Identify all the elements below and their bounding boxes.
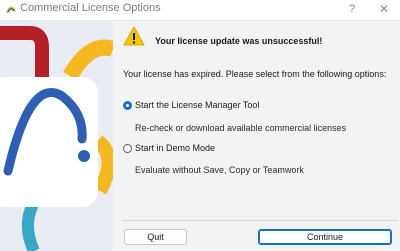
- footer-divider: [123, 220, 398, 221]
- intro-text: Your license has expired. Please select …: [123, 69, 387, 79]
- continue-button[interactable]: Continue: [258, 229, 392, 245]
- quit-button[interactable]: Quit: [124, 229, 187, 245]
- help-button[interactable]: ?: [344, 1, 360, 17]
- option-license-manager[interactable]: Start the License Manager Tool: [123, 100, 259, 110]
- license-dialog-window: Commercial License Options ? ✕ Your lice…: [0, 0, 400, 251]
- warning-icon: [123, 26, 145, 46]
- option-label: Start in Demo Mode: [135, 143, 216, 153]
- side-artwork: [0, 21, 113, 251]
- license-manager-radio[interactable]: [123, 100, 132, 110]
- option-label: Start the License Manager Tool: [135, 100, 260, 110]
- option-description: Evaluate without Save, Copy or Teamwork: [135, 165, 304, 175]
- close-button[interactable]: ✕: [376, 1, 392, 17]
- demo-mode-radio[interactable]: [123, 143, 132, 153]
- blue-logo-dot: [78, 150, 90, 162]
- dialog-content: Your license update was unsuccessful! Yo…: [113, 21, 400, 251]
- option-demo-mode[interactable]: Start in Demo Mode: [123, 143, 215, 153]
- title-bar: Commercial License Options ? ✕: [0, 0, 400, 21]
- error-heading: Your license update was unsuccessful!: [155, 36, 323, 46]
- app-logo-icon: [6, 6, 16, 14]
- option-description: Re-check or download available commercia…: [135, 123, 347, 133]
- window-title: Commercial License Options: [20, 2, 161, 14]
